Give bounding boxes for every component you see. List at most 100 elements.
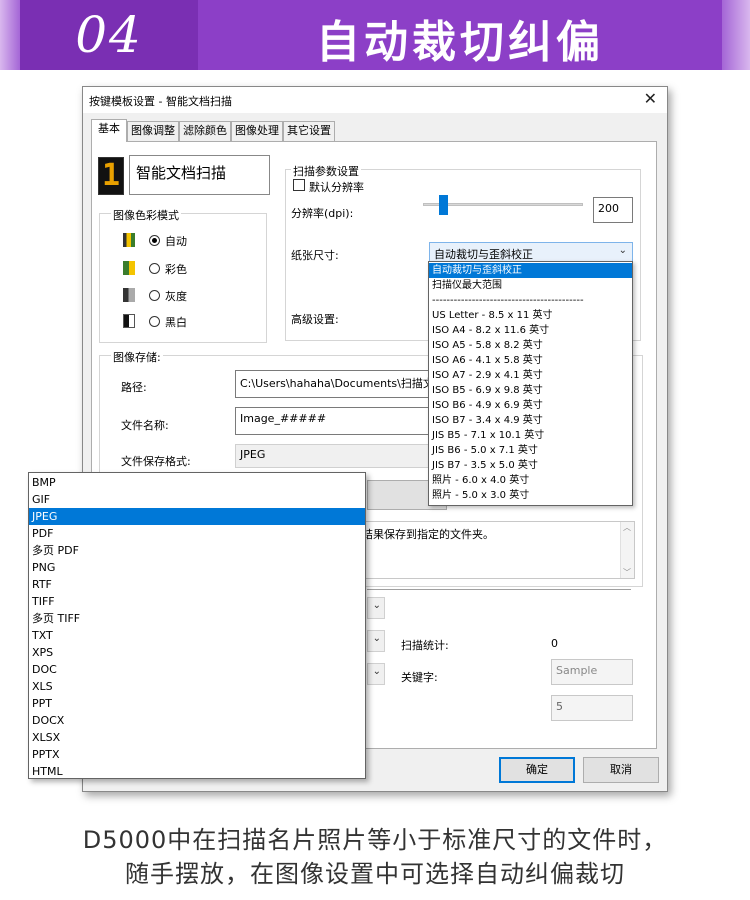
tab-image-adjust[interactable]: 图像调整 [127, 121, 179, 141]
format-label: 文件保存格式: [121, 455, 191, 468]
format-option[interactable]: PPTX [29, 746, 365, 763]
format-option[interactable]: DOC [29, 661, 365, 678]
template-name-box: 智能文档扫描 [129, 155, 270, 195]
paper-option[interactable]: US Letter - 8.5 x 11 英寸 [429, 308, 632, 323]
format-option[interactable]: XLS [29, 678, 365, 695]
paper-option[interactable]: JIS B7 - 3.5 x 5.0 英寸 [429, 458, 632, 473]
scan-count-label: 扫描统计: [401, 639, 449, 652]
header-banner: 04 自动裁切纠偏 [0, 0, 750, 70]
lcd-digit-display: 1 [98, 157, 124, 195]
auto-color-icon [123, 233, 135, 247]
description-text: 结果保存到指定的文件夹。 [362, 528, 494, 541]
bw-radio[interactable] [149, 316, 160, 327]
keyword-input[interactable]: Sample [551, 659, 633, 685]
banner-title: 自动裁切纠偏 [316, 17, 604, 68]
path-input[interactable]: C:\Users\hahaha\Documents\扫描文档 [235, 370, 429, 398]
cancel-button[interactable]: 取消 [583, 757, 659, 783]
path-label: 路径: [121, 381, 147, 394]
template-name: 智能文档扫描 [136, 164, 227, 182]
banner-right-accent [722, 0, 750, 70]
format-option[interactable]: PPT [29, 695, 365, 712]
format-option[interactable]: GIF [29, 491, 365, 508]
number-input[interactable]: 5 [551, 695, 633, 721]
color-radio[interactable] [149, 263, 160, 274]
tab-basic[interactable]: 基本 [91, 119, 127, 142]
chevron-down-icon: ⌄ [372, 666, 381, 677]
grayscale-icon [123, 288, 135, 302]
separator-line [367, 589, 631, 590]
paper-option[interactable]: 自动裁切与歪斜校正 [429, 263, 632, 278]
close-icon[interactable]: ✕ [644, 89, 657, 108]
dpi-slider-thumb[interactable] [439, 195, 448, 215]
format-option[interactable]: TIFF [29, 593, 365, 610]
paper-option[interactable]: ISO A6 - 4.1 x 5.8 英寸 [429, 353, 632, 368]
paper-size-label: 纸张尺寸: [291, 249, 339, 262]
format-value: JPEG [240, 448, 266, 461]
default-resolution-checkbox[interactable] [293, 179, 305, 191]
paper-option[interactable]: JIS B6 - 5.0 x 7.1 英寸 [429, 443, 632, 458]
format-option[interactable]: BMP [29, 474, 365, 491]
ok-button[interactable]: 确定 [499, 757, 575, 783]
banner-left-accent [0, 0, 20, 70]
format-select[interactable]: JPEG [235, 444, 429, 468]
advanced-settings-label: 高级设置: [291, 313, 339, 326]
scan-params-title: 扫描参数设置 [291, 163, 361, 179]
option-select-1[interactable]: ⌄ [367, 597, 385, 619]
tab-image-processing[interactable]: 图像处理 [231, 121, 283, 141]
tab-color-dropout[interactable]: 滤除颜色 [179, 121, 231, 141]
paper-size-value: 自动裁切与歪斜校正 [434, 248, 533, 261]
filename-label: 文件名称: [121, 419, 169, 432]
chevron-down-icon: ⌄ [372, 600, 381, 611]
paper-option[interactable]: JIS B5 - 7.1 x 10.1 英寸 [429, 428, 632, 443]
format-option[interactable]: XLSX [29, 729, 365, 746]
color-mode-title: 图像色彩模式 [111, 207, 181, 223]
format-option[interactable]: 多页 PDF [29, 542, 365, 559]
format-option[interactable]: PDF [29, 525, 365, 542]
dialog-title: 按键模板设置 - 智能文档扫描 [89, 95, 232, 108]
gray-label: 灰度 [165, 290, 187, 303]
paper-option[interactable]: ISO B6 - 4.9 x 6.9 英寸 [429, 398, 632, 413]
filename-input[interactable]: Image_##### [235, 407, 429, 435]
keyword-label: 关键字: [401, 671, 438, 684]
paper-size-dropdown: 自动裁切与歪斜校正 扫描仪最大范围 ----------------------… [428, 261, 633, 506]
paper-option-separator: ----------------------------------------… [432, 295, 584, 306]
format-option[interactable]: 多页 TIFF [29, 610, 365, 627]
gray-radio[interactable] [149, 290, 160, 301]
auto-label: 自动 [165, 235, 187, 248]
black-white-icon [123, 314, 135, 328]
paper-option[interactable]: ISO A7 - 2.9 x 4.1 英寸 [429, 368, 632, 383]
chevron-down-icon: ⌄ [618, 245, 627, 256]
caption-line-2: 随手摆放，在图像设置中可选择自动纠偏裁切 [125, 860, 625, 888]
option-select-2[interactable]: ⌄ [367, 630, 385, 652]
caption-line-1: D5000中在扫描名片照片等小于标准尺寸的文件时， [82, 826, 668, 854]
paper-option[interactable]: ISO A4 - 8.2 x 11.6 英寸 [429, 323, 632, 338]
paper-option[interactable]: 照片 - 5.0 x 3.0 英寸 [429, 488, 632, 503]
format-option[interactable]: HTML [29, 763, 365, 780]
option-select-3[interactable]: ⌄ [367, 663, 385, 685]
color-label: 彩色 [165, 263, 187, 276]
tab-other-settings[interactable]: 其它设置 [283, 121, 335, 141]
paper-option[interactable]: ISO A5 - 5.8 x 8.2 英寸 [429, 338, 632, 353]
default-resolution-label: 默认分辨率 [309, 181, 364, 194]
paper-option[interactable]: 照片 - 6.0 x 4.0 英寸 [429, 473, 632, 488]
paper-size-select[interactable]: 自动裁切与歪斜校正 ⌄ [429, 242, 633, 262]
bw-label: 黑白 [165, 316, 187, 329]
description-box: 结果保存到指定的文件夹。 [359, 521, 635, 579]
format-option[interactable]: XPS [29, 644, 365, 661]
auto-radio[interactable] [149, 235, 160, 246]
dpi-input[interactable]: 200 [593, 197, 633, 223]
section-number-box: 04 [20, 0, 198, 70]
description-scrollbar[interactable] [620, 522, 634, 578]
format-option[interactable]: PNG [29, 559, 365, 576]
format-option[interactable]: JPEG [29, 508, 365, 525]
format-option[interactable]: TXT [29, 627, 365, 644]
paper-option[interactable]: ISO B7 - 3.4 x 4.9 英寸 [429, 413, 632, 428]
color-icon [123, 261, 135, 275]
scan-count-value: 0 [551, 637, 558, 650]
format-option[interactable]: DOCX [29, 712, 365, 729]
section-number: 04 [75, 6, 143, 64]
paper-option[interactable]: 扫描仪最大范围 [429, 278, 632, 293]
paper-option[interactable]: ISO B5 - 6.9 x 9.8 英寸 [429, 383, 632, 398]
format-option[interactable]: RTF [29, 576, 365, 593]
image-storage-title: 图像存储: [111, 349, 163, 365]
